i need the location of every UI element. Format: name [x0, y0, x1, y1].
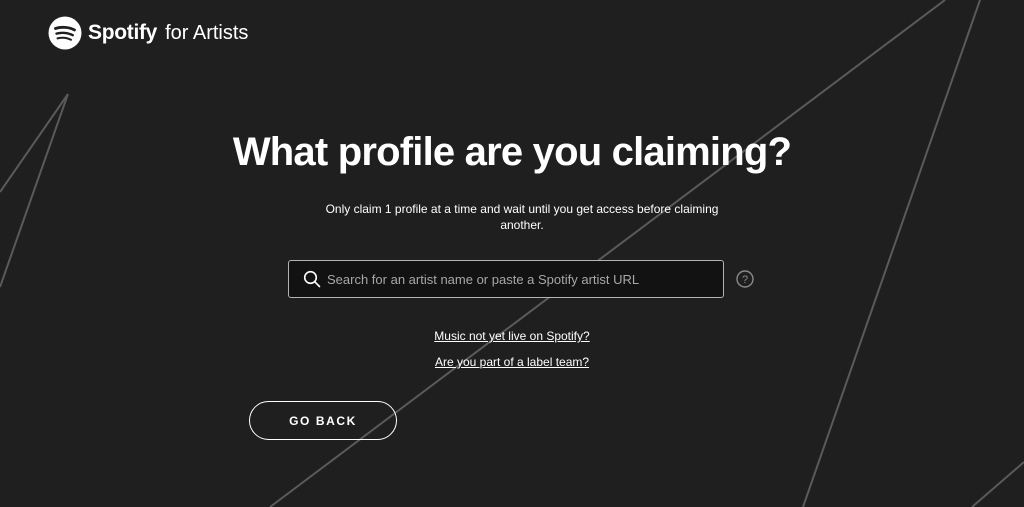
label-team-link[interactable]: Are you part of a label team? — [0, 355, 1024, 369]
logo-wordmark: Spotify — [88, 21, 158, 44]
artist-search-box[interactable] — [288, 260, 724, 298]
search-icon — [303, 270, 321, 288]
artist-search-input[interactable] — [327, 261, 723, 297]
logo-suffix: for Artists — [165, 21, 249, 44]
background-line — [802, 0, 981, 507]
background-line — [0, 93, 69, 288]
background-decoration — [0, 0, 1024, 507]
go-back-button[interactable]: GO BACK — [249, 401, 397, 440]
question-mark-icon[interactable]: ? — [736, 270, 754, 288]
page-title: What profile are you claiming? — [232, 130, 792, 174]
background-line — [971, 461, 1024, 507]
spotify-for-artists-logo[interactable]: Spotify for Artists — [48, 16, 248, 50]
svg-text:?: ? — [742, 274, 748, 286]
page-subtitle: Only claim 1 profile at a time and wait … — [325, 202, 719, 232]
claim-profile-page: Spotify for Artists What profile are you… — [0, 0, 1024, 507]
spotify-logo-icon — [48, 16, 82, 50]
music-not-live-link[interactable]: Music not yet live on Spotify? — [0, 329, 1024, 343]
